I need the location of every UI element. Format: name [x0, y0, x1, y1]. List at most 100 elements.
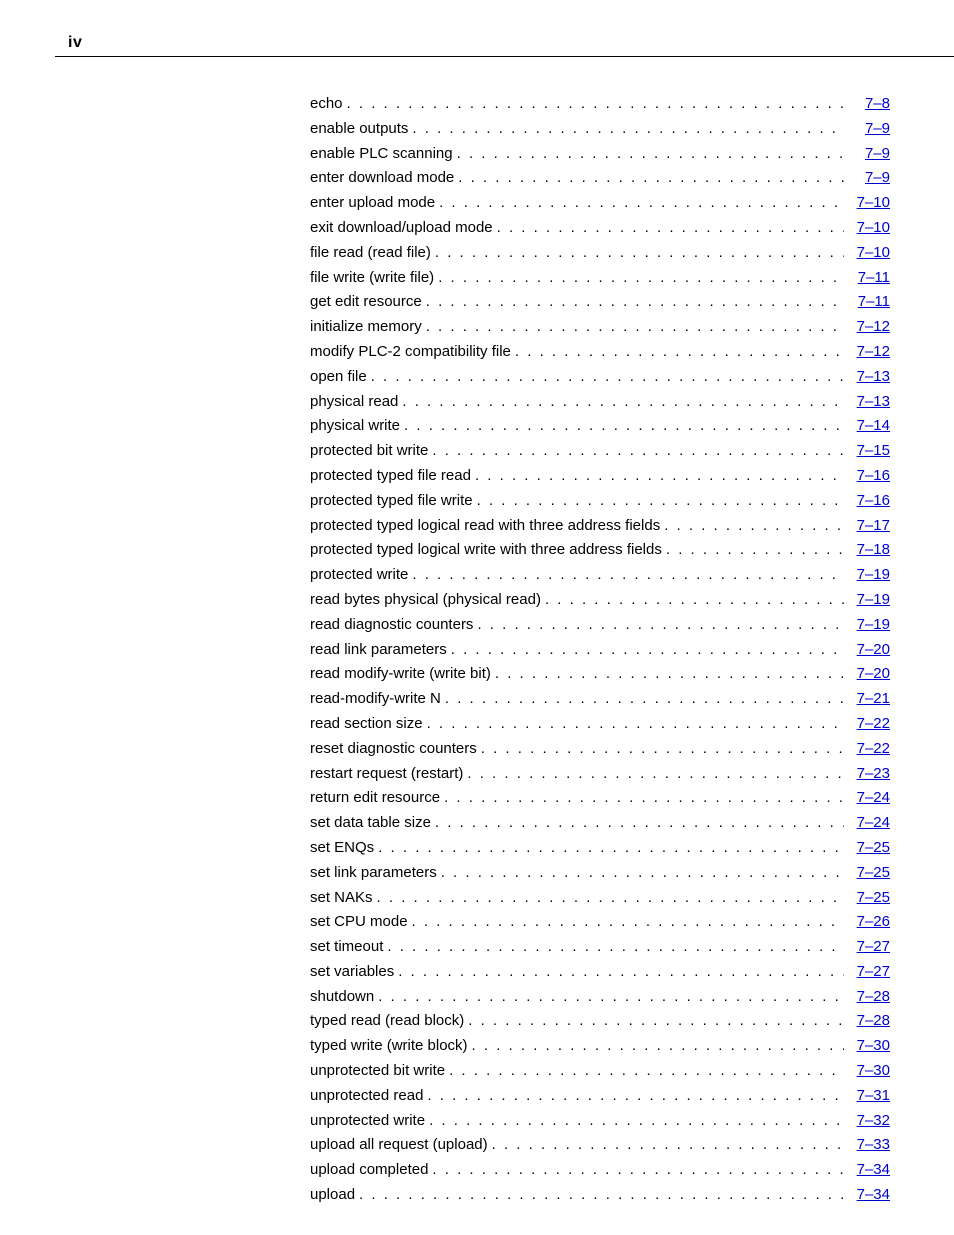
- toc-page-link[interactable]: 7–27: [844, 963, 890, 980]
- toc-entry: upload . . . . . . . . . . . . . . . . .…: [310, 1186, 890, 1211]
- toc-page-link[interactable]: 7–27: [844, 938, 890, 955]
- toc-page-link[interactable]: 7–19: [844, 566, 890, 583]
- toc-entry-label: read diagnostic counters: [310, 616, 473, 633]
- toc-page-link[interactable]: 7–28: [844, 1012, 890, 1029]
- toc-entry: protected typed file read . . . . . . . …: [310, 467, 890, 492]
- toc-page-link[interactable]: 7–13: [844, 368, 890, 385]
- toc-page-link[interactable]: 7–19: [844, 591, 890, 608]
- toc-page-link[interactable]: 7–10: [844, 219, 890, 236]
- toc-leader-dots: . . . . . . . . . . . . . . . . . . . . …: [441, 690, 844, 707]
- toc-leader-dots: . . . . . . . . . . . . . . . . . . . . …: [423, 715, 844, 732]
- toc-entry: restart request (restart) . . . . . . . …: [310, 765, 890, 790]
- toc-page-link[interactable]: 7–26: [844, 913, 890, 930]
- toc-entry: enable PLC scanning . . . . . . . . . . …: [310, 145, 890, 170]
- toc-page-link[interactable]: 7–30: [844, 1062, 890, 1079]
- toc-page-link[interactable]: 7–9: [844, 169, 890, 186]
- toc-page-link[interactable]: 7–23: [844, 765, 890, 782]
- toc-entry-label: enable PLC scanning: [310, 145, 453, 162]
- toc-leader-dots: . . . . . . . . . . . . . . . . . . . . …: [423, 1087, 844, 1104]
- toc-entry: protected typed logical read with three …: [310, 517, 890, 542]
- toc-entry: upload all request (upload) . . . . . . …: [310, 1136, 890, 1161]
- toc-entry: echo . . . . . . . . . . . . . . . . . .…: [310, 95, 890, 120]
- toc-page-link[interactable]: 7–10: [844, 194, 890, 211]
- toc-entry-label: set CPU mode: [310, 913, 408, 930]
- toc-entry-label: typed write (write block): [310, 1037, 468, 1054]
- toc-leader-dots: . . . . . . . . . . . . . . . . . . . . …: [422, 293, 844, 310]
- toc-leader-dots: . . . . . . . . . . . . . . . . . . . . …: [493, 219, 844, 236]
- toc-page-link[interactable]: 7–9: [844, 145, 890, 162]
- toc-page-link[interactable]: 7–10: [844, 244, 890, 261]
- toc-page-link[interactable]: 7–13: [844, 393, 890, 410]
- toc-entry-label: return edit resource: [310, 789, 440, 806]
- toc-entry: read modify-write (write bit) . . . . . …: [310, 665, 890, 690]
- toc-entry-label: protected bit write: [310, 442, 428, 459]
- toc-entry: physical write . . . . . . . . . . . . .…: [310, 417, 890, 442]
- toc-entry: read link parameters . . . . . . . . . .…: [310, 641, 890, 666]
- toc-entry: get edit resource . . . . . . . . . . . …: [310, 293, 890, 318]
- toc-leader-dots: . . . . . . . . . . . . . . . . . . . . …: [464, 1012, 844, 1029]
- toc-page-link[interactable]: 7–21: [844, 690, 890, 707]
- toc-page-link[interactable]: 7–20: [844, 665, 890, 682]
- toc-page-link[interactable]: 7–11: [844, 293, 890, 310]
- toc-leader-dots: . . . . . . . . . . . . . . . . . . . . …: [541, 591, 844, 608]
- toc-page-link[interactable]: 7–34: [844, 1186, 890, 1203]
- toc-entry: return edit resource . . . . . . . . . .…: [310, 789, 890, 814]
- toc-page-link[interactable]: 7–14: [844, 417, 890, 434]
- toc-page-link[interactable]: 7–25: [844, 839, 890, 856]
- toc-leader-dots: . . . . . . . . . . . . . . . . . . . . …: [400, 417, 844, 434]
- toc-entry-label: exit download/upload mode: [310, 219, 493, 236]
- toc-page-link[interactable]: 7–12: [844, 343, 890, 360]
- toc-page-link[interactable]: 7–22: [844, 740, 890, 757]
- toc-page-link[interactable]: 7–16: [844, 467, 890, 484]
- toc-page-link[interactable]: 7–28: [844, 988, 890, 1005]
- toc-page-link[interactable]: 7–25: [844, 889, 890, 906]
- toc-entry: read diagnostic counters . . . . . . . .…: [310, 616, 890, 641]
- toc-page-link[interactable]: 7–12: [844, 318, 890, 335]
- toc-leader-dots: . . . . . . . . . . . . . . . . . . . . …: [434, 269, 844, 286]
- toc-entry-label: upload all request (upload): [310, 1136, 488, 1153]
- toc-entry-label: read-modify-write N: [310, 690, 441, 707]
- toc-page-link[interactable]: 7–9: [844, 120, 890, 137]
- toc-entry: file read (read file) . . . . . . . . . …: [310, 244, 890, 269]
- toc-leader-dots: . . . . . . . . . . . . . . . . . . . . …: [422, 318, 844, 335]
- toc-page-link[interactable]: 7–24: [844, 814, 890, 831]
- toc-page-link[interactable]: 7–8: [844, 95, 890, 112]
- toc-page-link[interactable]: 7–32: [844, 1112, 890, 1129]
- toc-leader-dots: . . . . . . . . . . . . . . . . . . . . …: [454, 169, 844, 186]
- toc-entry: exit download/upload mode . . . . . . . …: [310, 219, 890, 244]
- toc-page-link[interactable]: 7–16: [844, 492, 890, 509]
- toc-page-link[interactable]: 7–17: [844, 517, 890, 534]
- toc-leader-dots: . . . . . . . . . . . . . . . . . . . . …: [408, 913, 844, 930]
- toc-page-link[interactable]: 7–24: [844, 789, 890, 806]
- toc-page-link[interactable]: 7–18: [844, 541, 890, 558]
- toc-page-link[interactable]: 7–30: [844, 1037, 890, 1054]
- toc-page-link[interactable]: 7–22: [844, 715, 890, 732]
- toc-page-link[interactable]: 7–19: [844, 616, 890, 633]
- toc-entry-label: enter download mode: [310, 169, 454, 186]
- toc-leader-dots: . . . . . . . . . . . . . . . . . . . . …: [373, 889, 844, 906]
- toc-page-link[interactable]: 7–33: [844, 1136, 890, 1153]
- toc-entry: unprotected write . . . . . . . . . . . …: [310, 1112, 890, 1137]
- toc-entry: set ENQs . . . . . . . . . . . . . . . .…: [310, 839, 890, 864]
- toc-entry: unprotected bit write . . . . . . . . . …: [310, 1062, 890, 1087]
- toc-leader-dots: . . . . . . . . . . . . . . . . . . . . …: [468, 1037, 844, 1054]
- toc-entry-label: set link parameters: [310, 864, 437, 881]
- toc-entry-label: modify PLC-2 compatibility file: [310, 343, 511, 360]
- toc-leader-dots: . . . . . . . . . . . . . . . . . . . . …: [445, 1062, 844, 1079]
- toc-page-link[interactable]: 7–11: [844, 269, 890, 286]
- toc-page-link[interactable]: 7–31: [844, 1087, 890, 1104]
- toc-leader-dots: . . . . . . . . . . . . . . . . . . . . …: [374, 839, 844, 856]
- toc-page-link[interactable]: 7–25: [844, 864, 890, 881]
- toc-leader-dots: . . . . . . . . . . . . . . . . . . . . …: [488, 1136, 844, 1153]
- toc-entry-label: set ENQs: [310, 839, 374, 856]
- toc-page-link[interactable]: 7–20: [844, 641, 890, 658]
- toc-entry: initialize memory . . . . . . . . . . . …: [310, 318, 890, 343]
- toc-leader-dots: . . . . . . . . . . . . . . . . . . . . …: [463, 765, 844, 782]
- toc-entry-label: shutdown: [310, 988, 374, 1005]
- toc-page-link[interactable]: 7–34: [844, 1161, 890, 1178]
- toc-entry: upload completed . . . . . . . . . . . .…: [310, 1161, 890, 1186]
- toc-entry: set timeout . . . . . . . . . . . . . . …: [310, 938, 890, 963]
- toc-entry-label: unprotected read: [310, 1087, 423, 1104]
- toc-entry-label: file write (write file): [310, 269, 434, 286]
- toc-page-link[interactable]: 7–15: [844, 442, 890, 459]
